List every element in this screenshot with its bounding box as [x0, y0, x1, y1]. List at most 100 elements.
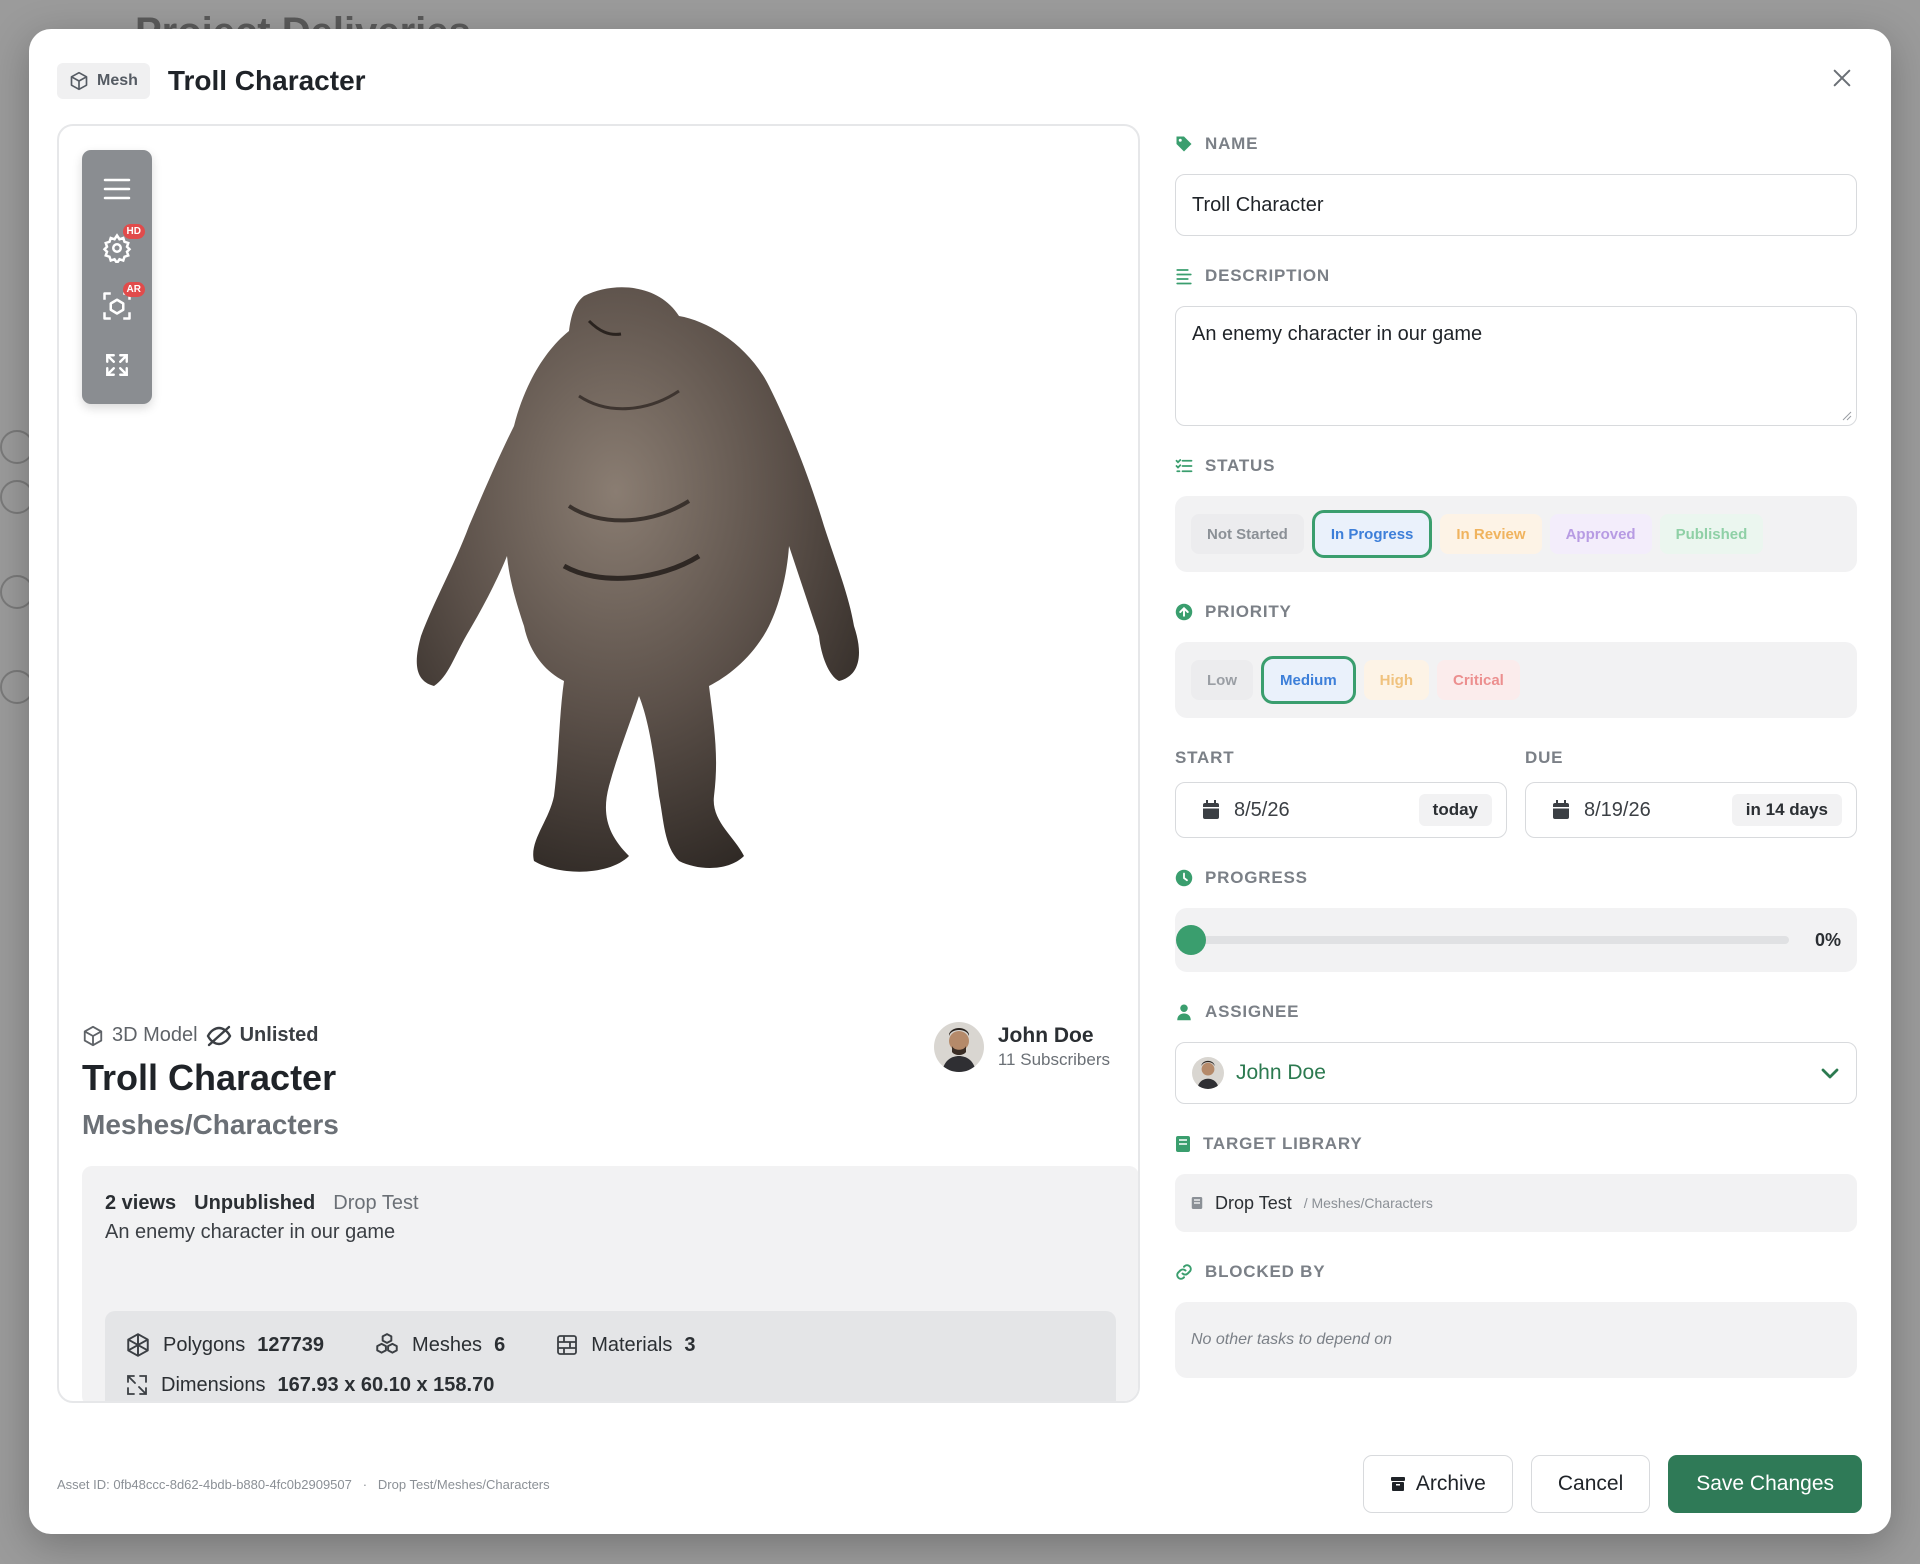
ar-button[interactable]: AR — [97, 282, 145, 326]
tag-icon — [1176, 136, 1192, 152]
polygon-icon — [127, 1333, 149, 1357]
cancel-button[interactable]: Cancel — [1530, 1455, 1651, 1513]
footer-separator: · — [362, 1476, 368, 1492]
library-path: / Meshes/Characters — [1303, 1195, 1433, 1211]
priority-chip-low[interactable]: Low — [1191, 660, 1253, 700]
name-input[interactable]: Troll Character — [1175, 174, 1857, 236]
priority-chip-high[interactable]: High — [1363, 660, 1429, 700]
priority-chip-critical[interactable]: Critical — [1437, 660, 1520, 700]
avatar — [933, 1022, 984, 1072]
status-label: STATUS — [1175, 448, 1857, 484]
menu-button[interactable] — [97, 169, 137, 209]
archive-icon — [1390, 1477, 1405, 1491]
menu-icon — [103, 179, 131, 200]
modal-footer: Asset ID: 0fb48ccc-8d62-4bdb-b880-4fc0b2… — [57, 1454, 1862, 1514]
author-card[interactable]: John Doe 11 Subscribers — [925, 1016, 1118, 1078]
avatar — [1192, 1057, 1224, 1089]
troll-model-render[interactable] — [359, 276, 919, 896]
polygons-value: 127739 — [257, 1333, 325, 1356]
meshes-stat: Meshes 6 — [374, 1332, 505, 1358]
materials-label: Materials — [591, 1333, 673, 1356]
due-label: DUE — [1525, 748, 1564, 767]
book-icon — [1176, 1136, 1190, 1152]
asset-edit-modal: Mesh Troll Character HD AR 3D Model Unli… — [29, 29, 1891, 1534]
meshes-icon — [376, 1333, 398, 1354]
cube-icon — [83, 1025, 103, 1046]
calendar-icon — [1203, 800, 1219, 819]
library-name: Drop Test — [333, 1192, 419, 1214]
dimensions-icon — [127, 1375, 147, 1395]
assignee-label: ASSIGNEE — [1175, 994, 1857, 1030]
dimensions-stat: Dimensions 167.93 x 60.10 x 158.70 — [125, 1373, 494, 1397]
priority-chip-medium[interactable]: Medium — [1261, 656, 1356, 704]
blocked-by-label: BLOCKED BY — [1175, 1254, 1857, 1290]
asset-form: NAME Troll Character DESCRIPTION An enem… — [1175, 124, 1857, 1414]
resize-grip-icon[interactable] — [1842, 411, 1852, 421]
progress-slider: 0% — [1175, 908, 1857, 972]
assignee-value: John Doe — [1236, 1061, 1326, 1084]
asset-kind: 3D Model — [112, 1024, 198, 1046]
description-textarea[interactable]: An enemy character in our game — [1175, 306, 1857, 426]
materials-value: 3 — [684, 1333, 696, 1356]
due-date-input[interactable]: 8/19/26 in 14 days — [1525, 782, 1857, 838]
meshes-value: 6 — [494, 1333, 506, 1356]
asset-info-box: 2 views Unpublished Drop Test An enemy c… — [82, 1166, 1138, 1401]
arrow-up-circle-icon — [1175, 603, 1193, 621]
status-chip-in-review[interactable]: In Review — [1440, 514, 1542, 554]
fullscreen-icon — [106, 353, 128, 376]
priority-label: PRIORITY — [1175, 594, 1857, 630]
start-date-value: 8/5/26 — [1234, 798, 1290, 821]
progress-label: PROGRESS — [1175, 860, 1857, 896]
blocked-by-field[interactable]: No other tasks to depend on — [1175, 1302, 1857, 1378]
chevron-down-icon — [1821, 1068, 1839, 1079]
priority-chip-group: Low Medium High Critical — [1175, 642, 1857, 718]
asset-meta: 3D Model Unlisted Troll Character Meshes… — [82, 1024, 339, 1141]
materials-icon — [557, 1335, 578, 1355]
fullscreen-button[interactable] — [97, 345, 137, 385]
author-name: John Doe — [997, 1024, 1094, 1047]
modal-title: Troll Character — [167, 65, 366, 96]
start-date-input[interactable]: 8/5/26 today — [1175, 782, 1507, 838]
blocked-by-placeholder: No other tasks to depend on — [1191, 1331, 1393, 1348]
close-icon — [1833, 69, 1851, 87]
asset-path: Meshes/Characters — [82, 1109, 339, 1140]
assignee-select[interactable]: John Doe — [1175, 1042, 1857, 1104]
progress-handle[interactable] — [1176, 925, 1206, 955]
dimensions-value: 167.93 x 60.10 x 158.70 — [277, 1373, 495, 1396]
close-button[interactable] — [1827, 63, 1857, 93]
modal-header: Mesh Troll Character — [57, 63, 366, 99]
status-chip-in-progress[interactable]: In Progress — [1311, 510, 1433, 558]
archive-button[interactable]: Archive — [1362, 1455, 1513, 1513]
views-count: 2 views — [105, 1192, 177, 1214]
stats-box: Polygons 127739 Meshes 6 Materials 3 Dim… — [105, 1311, 1116, 1401]
progress-track[interactable] — [1176, 925, 1789, 955]
meshes-label: Meshes — [412, 1333, 483, 1356]
calendar-icon — [1553, 800, 1569, 819]
target-library-field[interactable]: Drop Test / Meshes/Characters — [1175, 1174, 1857, 1232]
start-date-tag: today — [1418, 794, 1492, 826]
clock-icon — [1175, 869, 1193, 887]
viewer-toolbar: HD AR — [82, 150, 152, 404]
status-chip-approved[interactable]: Approved — [1549, 514, 1652, 554]
model-viewer: HD AR 3D Model Unlisted Troll Character … — [57, 124, 1140, 1403]
ar-badge: AR — [122, 282, 145, 298]
asset-kind-row: 3D Model Unlisted — [82, 1024, 339, 1047]
text-align-icon — [1176, 269, 1192, 285]
asset-id: Asset ID: 0fb48ccc-8d62-4bdb-b880-4fc0b2… — [57, 1476, 352, 1492]
save-changes-button[interactable]: Save Changes — [1668, 1455, 1862, 1513]
due-date-tag: in 14 days — [1731, 794, 1842, 826]
asset-title: Troll Character — [82, 1057, 337, 1098]
asset-footer-meta: Asset ID: 0fb48ccc-8d62-4bdb-b880-4fc0b2… — [57, 1477, 1345, 1492]
asset-footer-path: Drop Test/Meshes/Characters — [377, 1476, 550, 1492]
status-chip-not-started[interactable]: Not Started — [1191, 514, 1304, 554]
status-chip-published[interactable]: Published — [1659, 514, 1764, 554]
hd-badge: HD — [122, 223, 145, 239]
asset-type-pill: Mesh — [57, 63, 150, 99]
hd-settings-button[interactable]: HD — [97, 223, 145, 268]
library-name: Drop Test — [1215, 1192, 1292, 1213]
name-label: NAME — [1175, 126, 1857, 162]
dimensions-label: Dimensions — [161, 1373, 266, 1396]
progress-value: 0% — [1814, 929, 1841, 950]
author-subscribers: 11 Subscribers — [997, 1050, 1110, 1069]
due-date-value: 8/19/26 — [1584, 798, 1651, 821]
